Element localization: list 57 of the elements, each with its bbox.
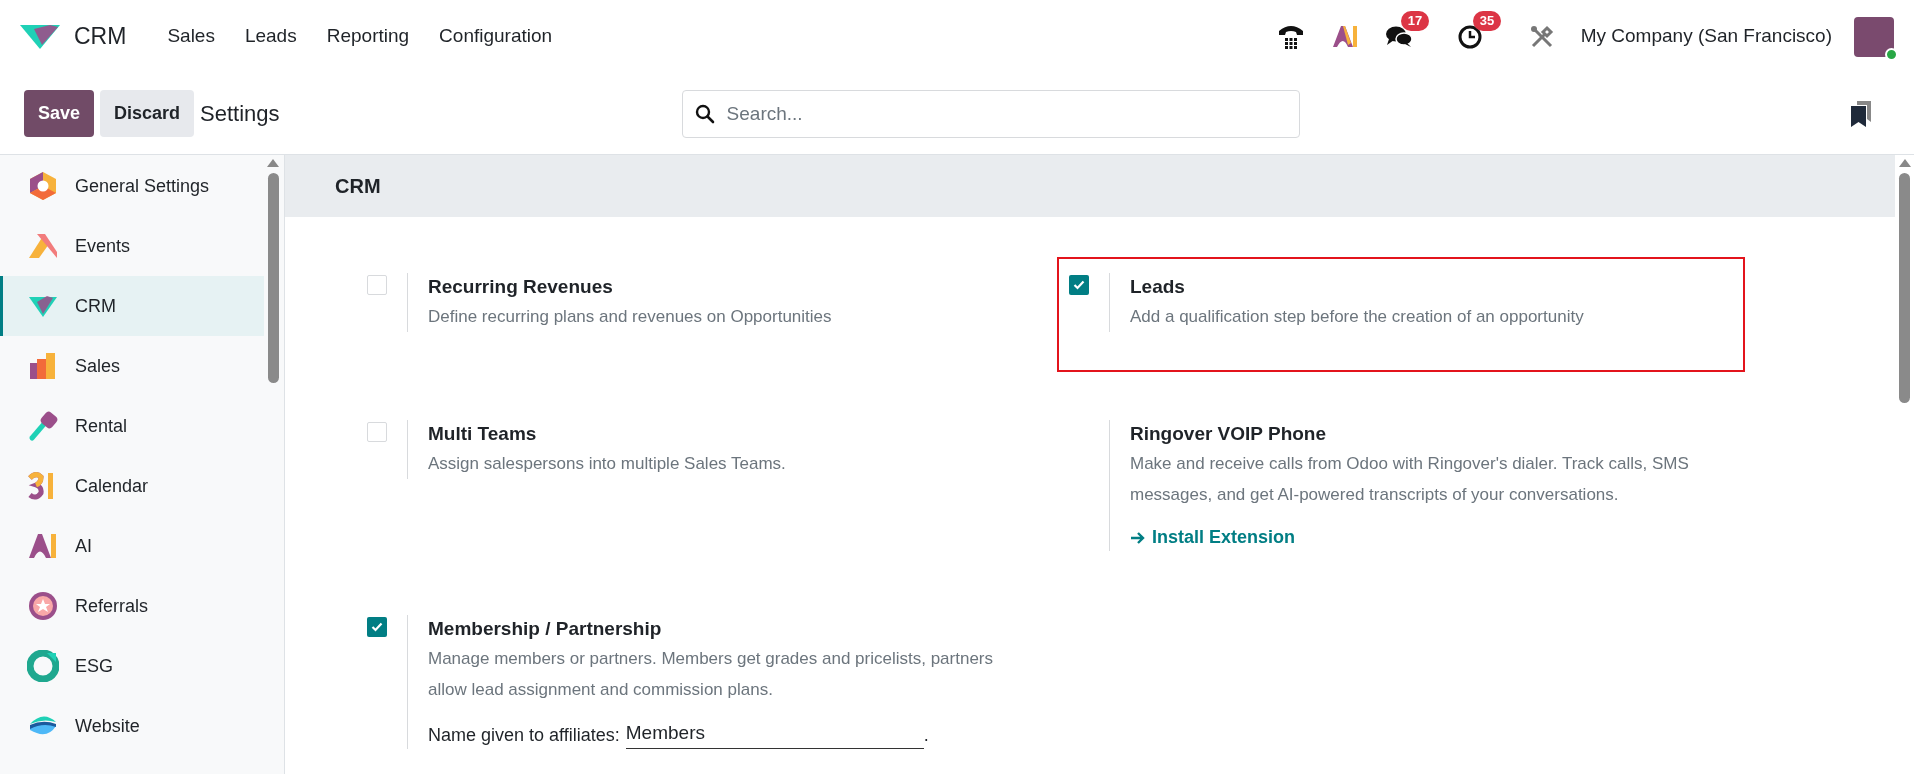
app-icon <box>27 590 59 622</box>
field-suffix: . <box>923 723 929 747</box>
sidebar-item[interactable]: Events <box>0 216 264 276</box>
arrow-right-icon <box>1130 530 1146 545</box>
sidebar-item[interactable]: General Settings <box>0 156 264 216</box>
menu-item[interactable]: Configuration <box>426 22 566 51</box>
menu-item[interactable]: Reporting <box>313 22 423 51</box>
app-icon <box>27 650 59 682</box>
bookmark-icon[interactable] <box>1850 99 1872 128</box>
scrollbar-thumb[interactable] <box>267 173 279 383</box>
section-title: CRM <box>335 174 381 199</box>
scroll-up-icon[interactable] <box>1898 159 1911 167</box>
notification-count: 17 <box>1400 10 1430 31</box>
affiliates-name-field[interactable]: Members <box>625 719 924 749</box>
sidebar-item[interactable]: Referrals <box>0 576 264 636</box>
app-icon <box>27 410 59 442</box>
sidebar-item[interactable]: AI <box>0 516 264 576</box>
checkmark-icon <box>1073 280 1085 290</box>
menu-item[interactable]: Sales <box>154 22 228 51</box>
install-extension-link[interactable]: Install Extension <box>1130 524 1730 551</box>
search-field[interactable]: Search... <box>681 89 1300 138</box>
menu-item[interactable]: Leads <box>231 22 310 51</box>
discard-button[interactable]: Discard <box>100 90 195 137</box>
field-label: Name given to affiliates: <box>428 723 620 747</box>
sidebar-item[interactable]: Sales <box>0 336 264 396</box>
company-switcher[interactable]: My Company (San Francisco) <box>1580 22 1832 51</box>
setting-description: Make and receive calls from Odoo with Ringover's dialer. Track calls, SMS messages, and get AI-powered transcripts of your conversations. <box>1130 453 1690 506</box>
save-button[interactable]: Save <box>24 90 95 137</box>
setting-title: Leads <box>1130 275 1186 299</box>
setting-description: Define recurring plans and revenues on Opportunities <box>428 306 832 328</box>
notification-count: 35 <box>1472 10 1502 31</box>
checkbox[interactable] <box>367 617 387 637</box>
setting-title: Multi Teams <box>428 422 538 446</box>
sidebar-item[interactable]: Calendar <box>0 456 264 516</box>
checkbox[interactable] <box>367 422 387 442</box>
setting-description: Add a qualification step before the creation of an opportunity <box>1130 306 1584 328</box>
page-title: Settings <box>200 100 280 128</box>
sidebar-item[interactable]: Rental <box>0 396 264 456</box>
app-name[interactable]: CRM <box>74 19 127 54</box>
setting-title: Ringover VOIP Phone <box>1130 422 1328 446</box>
checkbox[interactable] <box>1069 275 1089 295</box>
scroll-up-icon[interactable] <box>267 159 279 167</box>
scrollbar-thumb[interactable] <box>1899 173 1910 403</box>
app-logo-icon[interactable] <box>20 22 60 51</box>
checkmark-icon <box>371 622 383 632</box>
sidebar-item[interactable]: Website <box>0 696 264 756</box>
setting-title: Membership / Partnership <box>428 617 663 641</box>
sidebar-item[interactable]: CRM <box>0 276 264 336</box>
setting-description: Manage members or partners. Members get grades and pricelists, partners allow lead assignment and commission plans. <box>428 648 995 701</box>
setting-title: Recurring Revenues <box>428 275 614 299</box>
app-icon <box>27 170 59 202</box>
sidebar-item[interactable]: ESG <box>0 636 264 696</box>
user-avatar[interactable] <box>1854 16 1894 57</box>
checkbox[interactable] <box>367 275 387 295</box>
setting-description: Assign salespersons into multiple Sales Teams. <box>428 453 786 475</box>
tools-icon[interactable] <box>1528 23 1555 50</box>
search-icon <box>694 103 715 124</box>
